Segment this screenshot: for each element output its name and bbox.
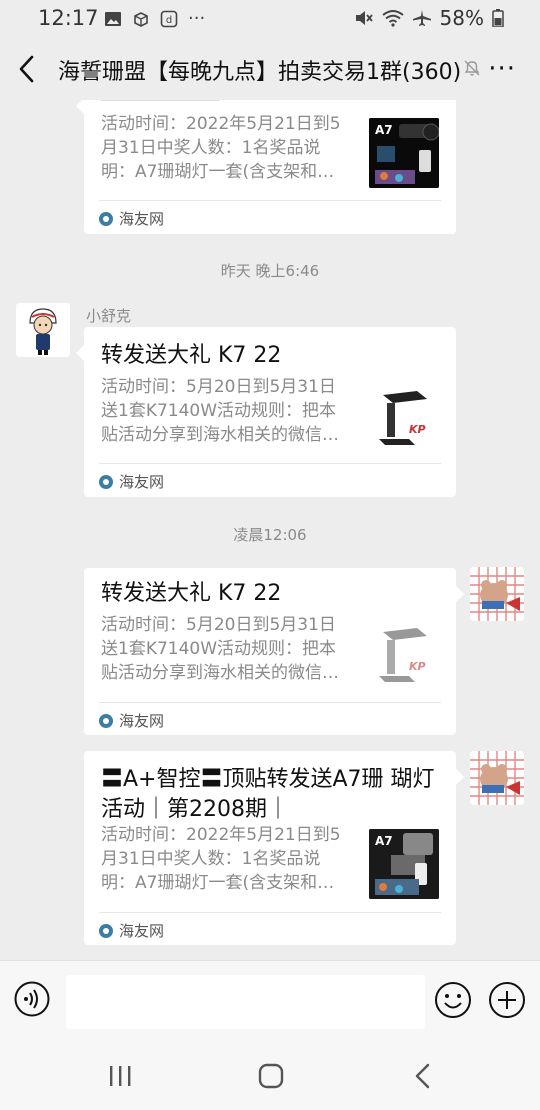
back-arrow-icon[interactable] xyxy=(14,52,40,86)
card-description: 活动时间：5月20日到5月31日送1套K7140W活动规则：把本贴活动分享到海水… xyxy=(101,615,339,683)
thumb-a7-label: A7 xyxy=(375,834,393,848)
sender-name: 小舒克 xyxy=(86,307,132,325)
source-logo-icon xyxy=(99,713,113,728)
image-icon xyxy=(105,11,121,26)
svg-text:d: d xyxy=(166,15,172,26)
card-title: 〓A+智控〓顶贴转发送A7珊 瑚灯活动｜第2208期｜ xyxy=(101,767,435,822)
more-notifications-icon: ··· xyxy=(188,8,206,29)
mute-icon xyxy=(355,11,373,25)
shared-link-card[interactable]: 转发送大礼 K7 22 活动时间：5月20日到5月31日送1套K7140W活动规… xyxy=(76,327,456,497)
muted-bell-icon xyxy=(464,60,480,76)
card-divider xyxy=(99,912,441,913)
card-thumbnail: KP xyxy=(369,624,439,694)
status-bar: 12:17 d ··· 58% xyxy=(0,0,540,38)
status-time: 12:17 xyxy=(38,6,99,30)
back-nav-icon[interactable] xyxy=(408,1062,438,1090)
timestamp: 昨天 晚上6:46 xyxy=(220,262,320,280)
card-title: 转发送大礼 K7 22 xyxy=(101,581,282,606)
card-source-name: 海友网 xyxy=(119,922,165,940)
chat-area[interactable]: ▂▂▂▂▂▂▂ 活动时间：2022年5月21日到5月31日中奖人数：1名奖品说明… xyxy=(0,100,540,960)
message-input[interactable] xyxy=(66,975,425,1029)
thumb-kp-label: KP xyxy=(409,660,426,673)
shared-link-card[interactable]: 转发送大礼 K7 22 活动时间：5月20日到5月31日送1套K7140W活动规… xyxy=(84,568,464,735)
my-avatar[interactable] xyxy=(470,751,524,805)
system-nav-bar xyxy=(0,1040,540,1110)
avatar[interactable] xyxy=(16,303,70,357)
shared-link-card[interactable]: 〓A+智控〓顶贴转发送A7珊 瑚灯活动｜第2208期｜ 活动时间：2022年5月… xyxy=(84,751,464,945)
app-d-icon: d xyxy=(160,10,178,27)
card-title-partial: ▂▂▂▂▂▂▂ xyxy=(101,100,219,104)
home-icon[interactable] xyxy=(256,1062,286,1090)
source-logo-icon xyxy=(99,474,113,489)
emoji-icon[interactable] xyxy=(434,981,472,1019)
my-avatar[interactable] xyxy=(470,567,524,621)
timestamp: 凌晨12:06 xyxy=(233,526,307,544)
thumb-a7-label: A7 xyxy=(375,123,393,137)
voice-input-icon[interactable] xyxy=(14,981,50,1017)
more-options-button[interactable]: ··· xyxy=(488,54,516,84)
card-divider xyxy=(99,463,441,464)
card-divider xyxy=(99,200,441,201)
card-description: 活动时间：2022年5月21日到5月31日中奖人数：1名奖品说明：A7珊瑚灯一套… xyxy=(101,825,341,893)
card-thumbnail: A7 xyxy=(369,829,439,899)
airplane-icon xyxy=(412,10,431,26)
card-divider xyxy=(99,702,441,703)
card-source-name: 海友网 xyxy=(119,210,165,228)
card-source-name: 海友网 xyxy=(119,712,165,730)
wifi-icon xyxy=(381,10,404,27)
recent-apps-icon[interactable] xyxy=(106,1062,136,1090)
shared-link-card[interactable]: ▂▂▂▂▂▂▂ 活动时间：2022年5月21日到5月31日中奖人数：1名奖品说明… xyxy=(76,100,456,234)
notification-icons: d ··· xyxy=(104,8,205,29)
card-source: 海友网 xyxy=(99,920,164,941)
card-source: 海友网 xyxy=(99,710,164,731)
card-source-name: 海友网 xyxy=(119,473,165,491)
card-title: 转发送大礼 K7 22 xyxy=(101,343,282,368)
chat-header: 海誓珊盟【每晚九点】拍卖交易1群(360) ··· xyxy=(0,38,540,100)
source-logo-icon xyxy=(99,923,113,938)
chat-title: 海誓珊盟【每晚九点】拍卖交易1群(360) xyxy=(58,60,462,85)
battery-icon xyxy=(492,9,504,27)
source-logo-icon xyxy=(99,211,113,226)
thumb-kp-label: KP xyxy=(409,423,426,436)
card-source: 海友网 xyxy=(99,471,164,492)
card-description: 活动时间：2022年5月21日到5月31日中奖人数：1名奖品说明：A7珊瑚灯一套… xyxy=(101,114,341,182)
card-thumbnail: A7 xyxy=(369,118,439,188)
card-description: 活动时间：5月20日到5月31日送1套K7140W活动规则：把本贴活动分享到海水… xyxy=(101,377,339,445)
card-thumbnail: KP xyxy=(369,387,439,457)
card-source: 海友网 xyxy=(99,208,164,229)
plus-icon[interactable] xyxy=(488,981,526,1019)
status-right: 58% xyxy=(354,6,504,30)
battery-percent: 58% xyxy=(439,6,484,30)
package-icon xyxy=(134,11,148,27)
message-input-bar xyxy=(0,960,540,1041)
